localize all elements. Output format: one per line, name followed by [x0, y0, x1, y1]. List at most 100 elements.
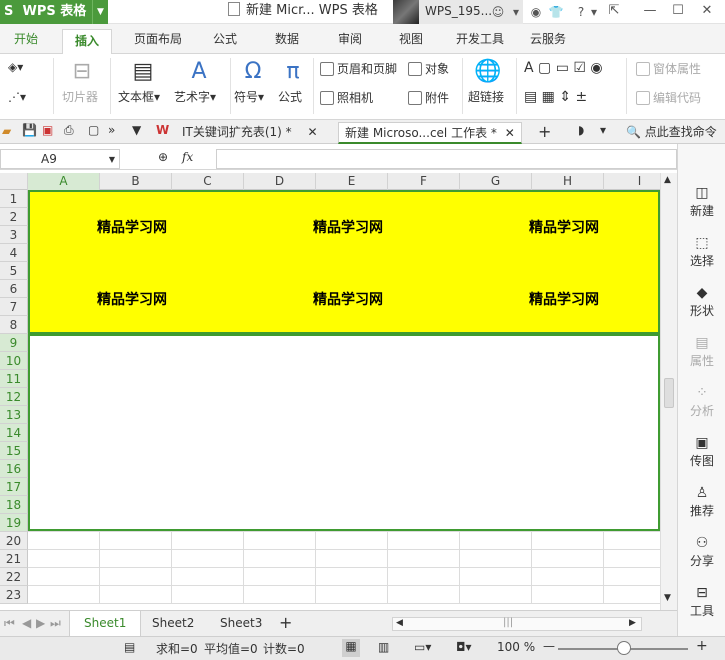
- side-analyze-button[interactable]: ⁘ 分析: [678, 384, 725, 419]
- side-new-button[interactable]: ◫ 新建: [678, 184, 725, 219]
- row-header-20[interactable]: 20: [0, 532, 28, 550]
- formula-input[interactable]: [216, 149, 677, 169]
- print-preview-icon[interactable]: ▢: [88, 123, 99, 137]
- select-all-corner[interactable]: [0, 173, 28, 190]
- formula-button[interactable]: π 公式: [278, 58, 308, 105]
- row-header-23[interactable]: 23: [0, 586, 28, 604]
- doc-tab-1[interactable]: IT关键词扩充表(1) * ✕: [176, 122, 324, 144]
- zoom-level[interactable]: 100 %: [497, 640, 535, 654]
- fx-icon[interactable]: fx: [182, 150, 193, 164]
- name-box[interactable]: A9 ▼: [0, 149, 120, 169]
- open-folder-icon[interactable]: ▰: [2, 124, 11, 138]
- tab-home[interactable]: 开始: [14, 30, 38, 47]
- side-upload-image-button[interactable]: ▣ 传图: [678, 434, 725, 469]
- sheet-nav-prev-icon[interactable]: ◀: [22, 616, 31, 630]
- doc-tab-2[interactable]: 新建 Microso...cel 工作表 * ✕: [338, 122, 522, 144]
- row-header-18[interactable]: 18: [0, 496, 28, 514]
- row-header-3[interactable]: 3: [0, 226, 28, 244]
- user-account[interactable]: WPS_195... ☺ ▾: [393, 0, 523, 24]
- cell-e7[interactable]: 精品学习网: [313, 289, 383, 309]
- attachment-button[interactable]: 附件: [408, 89, 449, 106]
- close-button[interactable]: ✕: [693, 0, 721, 24]
- yellow-fill-range[interactable]: [28, 190, 660, 334]
- maximize-button[interactable]: ☐: [664, 0, 692, 24]
- row-header-4[interactable]: 4: [0, 244, 28, 262]
- side-tools-button[interactable]: ⊟ 工具: [678, 584, 725, 619]
- column-header-f[interactable]: F: [388, 173, 460, 190]
- form-props-button[interactable]: 窗体属性: [636, 60, 701, 77]
- scroll-up-icon[interactable]: ▲: [664, 175, 671, 185]
- scroll-right-icon[interactable]: ▶: [629, 618, 636, 628]
- row-header-1[interactable]: 1: [0, 190, 28, 208]
- form-controls-icons[interactable]: A ▢ ▭ ☑ ◉: [524, 60, 603, 76]
- new-tab-icon[interactable]: +: [538, 122, 551, 141]
- sheet-nav-first-icon[interactable]: ⏮: [4, 616, 15, 631]
- tab-data[interactable]: 数据: [275, 30, 299, 47]
- edit-code-button[interactable]: 编辑代码: [636, 89, 701, 106]
- row-header-13[interactable]: 13: [0, 406, 28, 424]
- page-break-view-icon[interactable]: ▭▾: [414, 640, 431, 654]
- chevron-down-icon[interactable]: ▼: [109, 151, 115, 169]
- print-icon[interactable]: ⎙: [64, 123, 74, 138]
- row-header-5[interactable]: 5: [0, 262, 28, 280]
- side-properties-button[interactable]: ▤ 属性: [678, 334, 725, 369]
- side-recommend-button[interactable]: ♙ 推荐: [678, 484, 725, 519]
- scroll-left-icon[interactable]: ◀: [396, 618, 403, 628]
- tab-developer[interactable]: 开发工具: [456, 30, 504, 47]
- shape-tool-icon[interactable]: ◈▾: [8, 60, 23, 74]
- row-header-19[interactable]: 19: [0, 514, 28, 532]
- tab-review[interactable]: 审阅: [338, 30, 362, 47]
- header-footer-button[interactable]: 页眉和页脚: [320, 60, 397, 77]
- minimize-button[interactable]: —: [636, 0, 664, 24]
- account-status-icon[interactable]: ☺: [489, 3, 507, 21]
- camera-button[interactable]: 照相机: [320, 89, 373, 106]
- sheet-tab-1[interactable]: Sheet1: [69, 611, 142, 636]
- row-header-11[interactable]: 11: [0, 370, 28, 388]
- column-header-a[interactable]: A: [28, 173, 100, 190]
- cell-h7[interactable]: 精品学习网: [529, 289, 599, 309]
- spreadsheet-grid[interactable]: A B C D E F G H I 1 2 3 4 5 6 7 8 9 10 11 12 13 14 15 1…: [0, 173, 660, 610]
- tab-insert[interactable]: 插入: [62, 29, 113, 55]
- symbol-button[interactable]: Ω 符号▾: [234, 58, 272, 105]
- sheet-nav-next-icon[interactable]: ▶: [36, 616, 45, 630]
- column-header-c[interactable]: C: [172, 173, 244, 190]
- cell-h3[interactable]: 精品学习网: [529, 217, 599, 237]
- scroll-grip-icon[interactable]: |||: [503, 617, 513, 628]
- row-header-6[interactable]: 6: [0, 280, 28, 298]
- cell-e3[interactable]: 精品学习网: [313, 217, 383, 237]
- column-header-e[interactable]: E: [316, 173, 388, 190]
- chart-tool-icon[interactable]: ⋰▾: [8, 90, 26, 104]
- tab-formulas[interactable]: 公式: [213, 30, 237, 47]
- more-icon[interactable]: »: [108, 123, 115, 137]
- page-layout-view-icon[interactable]: ▥: [378, 640, 389, 654]
- app-menu-button[interactable]: S WPS 表格 ▼: [0, 0, 108, 24]
- selected-range[interactable]: [28, 334, 660, 531]
- column-header-g[interactable]: G: [460, 173, 532, 190]
- cell-b3[interactable]: 精品学习网: [97, 217, 167, 237]
- tab-view[interactable]: 视图: [399, 30, 423, 47]
- sheet-nav-last-icon[interactable]: ⏭: [50, 616, 61, 631]
- row-header-21[interactable]: 21: [0, 550, 28, 568]
- chevron-down-icon[interactable]: ▾: [507, 3, 525, 21]
- sheet-tab-3[interactable]: Sheet3: [206, 611, 276, 636]
- find-command[interactable]: 🔍 点此查找命令: [626, 123, 717, 140]
- row-header-10[interactable]: 10: [0, 352, 28, 370]
- shirt-icon[interactable]: 👕: [547, 3, 565, 21]
- column-header-b[interactable]: B: [100, 173, 172, 190]
- add-sheet-icon[interactable]: +: [279, 613, 292, 632]
- object-button[interactable]: 对象: [408, 60, 449, 77]
- wordart-button[interactable]: A 艺术字▾: [174, 58, 224, 105]
- side-shape-button[interactable]: ◆ 形状: [678, 284, 725, 319]
- side-share-button[interactable]: ⚇ 分享: [678, 534, 725, 569]
- form-controls-icons-2[interactable]: ▤ ▦ ⇕ ±: [524, 89, 587, 105]
- zoom-function-icon[interactable]: ⊕: [158, 150, 168, 164]
- close-icon[interactable]: ✕: [308, 125, 318, 139]
- row-header-12[interactable]: 12: [0, 388, 28, 406]
- row-header-9[interactable]: 9: [0, 334, 28, 352]
- row-header-7[interactable]: 7: [0, 298, 28, 316]
- scroll-thumb[interactable]: [664, 378, 674, 408]
- sheet-tab-2[interactable]: Sheet2: [138, 611, 208, 636]
- restore-ribbon-icon[interactable]: ⇱: [600, 0, 628, 24]
- cell-b7[interactable]: 精品学习网: [97, 289, 167, 309]
- skin-icon[interactable]: ◉: [527, 3, 545, 21]
